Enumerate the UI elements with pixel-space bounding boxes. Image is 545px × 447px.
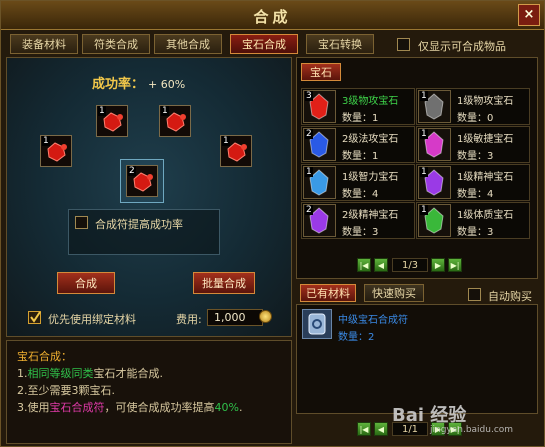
gem-name: 2级精神宝石	[342, 210, 399, 221]
gem-count: 1	[420, 205, 428, 215]
only-show-checkbox[interactable]	[397, 38, 410, 51]
boost-box: 合成符提高成功率	[68, 209, 220, 255]
gem-qty: 数量：1	[342, 151, 379, 162]
info-line-1: 1.相同等级同类宝石才能合成.	[17, 367, 163, 380]
watermark: Bai 经验	[392, 405, 467, 426]
last-page-button[interactable]: ▶|	[448, 258, 462, 272]
result-slot[interactable]: 2	[126, 165, 158, 197]
success-rate: 成功率： + 60%	[92, 73, 185, 92]
gem-qty: 数量：4	[457, 189, 494, 200]
info-heading: 宝石合成：	[17, 350, 72, 363]
gem-item[interactable]: 1 1级体质宝石 数量：3	[416, 202, 530, 239]
info-line-3: 3.使用宝石合成符，可使合成成功率提高40%.	[17, 401, 243, 414]
only-show-label: 仅显示可合成物品	[418, 40, 506, 53]
gem-slot: 1	[418, 166, 451, 199]
gem-slot: 2	[303, 204, 336, 237]
scroll-icon	[308, 313, 326, 335]
owned-prev-page-button[interactable]: ◀	[374, 422, 388, 436]
gem-item[interactable]: 2 2级精神宝石 数量：3	[301, 202, 415, 239]
next-page-button[interactable]: ▶	[431, 258, 445, 272]
tab-quick-buy[interactable]: 快速购买	[364, 284, 424, 302]
gem-count: 1	[305, 167, 313, 177]
gem-item[interactable]: 1 1级智力宝石 数量：4	[301, 164, 415, 201]
gem-slot: 1	[418, 90, 451, 123]
success-rate-value: + 60%	[148, 78, 186, 91]
material-slot[interactable]: 1	[40, 135, 72, 167]
gem-item[interactable]: 1 1级敏捷宝石 数量：3	[416, 126, 530, 163]
gem-name: 1级智力宝石	[342, 172, 399, 183]
gem-slot: 1	[418, 128, 451, 161]
red-gem-icon	[133, 172, 153, 192]
gem-qty: 数量：3	[457, 151, 494, 162]
material-slot[interactable]: 1	[159, 105, 191, 137]
red-gem-icon	[103, 112, 123, 132]
talisman-scroll-icon[interactable]	[302, 309, 332, 339]
owned-first-page-button[interactable]: |◀	[357, 422, 371, 436]
owned-material-panel	[296, 304, 538, 414]
page-indicator: 1/3	[392, 258, 428, 272]
gem-item[interactable]: 1 1级物攻宝石 数量：0	[416, 88, 530, 125]
gem-item[interactable]: 2 2级法攻宝石 数量：1	[301, 126, 415, 163]
red-gem-icon	[166, 112, 186, 132]
prefer-bound-checkbox[interactable]	[28, 311, 41, 324]
prefer-bound-label: 优先使用绑定材料	[48, 313, 136, 326]
success-rate-label: 成功率：	[92, 77, 145, 92]
tab-gem-compose[interactable]: 宝石合成	[230, 34, 298, 54]
boost-checkbox[interactable]	[75, 216, 88, 229]
gem-slot: 3	[303, 90, 336, 123]
gem-slot: 2	[303, 128, 336, 161]
owned-item-qty: 数量：2	[338, 332, 375, 343]
title-bar: 合成 ×	[1, 1, 544, 30]
tab-other-compose[interactable]: 其他合成	[154, 34, 222, 54]
gem-name: 1级精神宝石	[457, 172, 514, 183]
auto-buy-checkbox[interactable]	[468, 288, 481, 301]
gem-slot: 1	[303, 166, 336, 199]
gem-name: 1级体质宝石	[457, 210, 514, 221]
close-button[interactable]: ×	[518, 4, 540, 26]
gem-name: 1级物攻宝石	[457, 96, 514, 107]
first-page-button[interactable]: |◀	[357, 258, 371, 272]
gem-name: 1级敏捷宝石	[457, 134, 514, 145]
gem-count: 1	[420, 167, 428, 177]
info-line-2: 2.至少需要3颗宝石.	[17, 384, 115, 397]
gem-qty: 数量：1	[342, 113, 379, 124]
boost-label: 合成符提高成功率	[95, 218, 183, 231]
gem-item[interactable]: 1 1级精神宝石 数量：4	[416, 164, 530, 201]
gem-qty: 数量：4	[342, 189, 379, 200]
tab-owned-material[interactable]: 已有材料	[300, 284, 356, 302]
material-slot[interactable]: 1	[220, 135, 252, 167]
info-panel: 宝石合成： 1.相同等级同类宝石才能合成. 2.至少需要3颗宝石. 3.使用宝石…	[6, 340, 292, 444]
gem-slot: 1	[418, 204, 451, 237]
window-title: 合成	[253, 8, 292, 26]
gem-count: 3	[305, 91, 313, 101]
gem-qty: 数量：3	[457, 227, 494, 238]
gem-name: 3级物攻宝石	[342, 96, 399, 107]
gem-qty: 数量：0	[457, 113, 494, 124]
auto-buy-label: 自动购买	[488, 290, 532, 303]
prev-page-button[interactable]: ◀	[374, 258, 388, 272]
gem-count: 1	[420, 91, 428, 101]
red-gem-icon	[227, 142, 247, 162]
fee-value: 1,000	[207, 309, 263, 326]
tab-talisman-compose[interactable]: 符类合成	[82, 34, 150, 54]
owned-item-name: 中级宝石合成符	[338, 315, 408, 326]
gold-coin-icon	[259, 310, 272, 323]
material-slot[interactable]: 1	[96, 105, 128, 137]
gem-count: 2	[305, 129, 313, 139]
batch-compose-button[interactable]: 批量合成	[193, 272, 255, 294]
watermark-url: jingyan.baidu.com	[430, 425, 514, 435]
gem-count: 2	[305, 205, 313, 215]
fee-label: 费用:	[176, 313, 202, 326]
checkmark-icon	[30, 311, 41, 323]
compose-button[interactable]: 合成	[57, 272, 115, 294]
gem-name: 2级法攻宝石	[342, 134, 399, 145]
gem-item[interactable]: 3 3级物攻宝石 数量：1	[301, 88, 415, 125]
tab-gem[interactable]: 宝石	[301, 63, 341, 81]
red-gem-icon	[47, 142, 67, 162]
gem-count: 1	[420, 129, 428, 139]
tab-gem-convert[interactable]: 宝石转换	[306, 34, 374, 54]
gem-qty: 数量：3	[342, 227, 379, 238]
tab-equipment-material[interactable]: 装备材料	[10, 34, 78, 54]
